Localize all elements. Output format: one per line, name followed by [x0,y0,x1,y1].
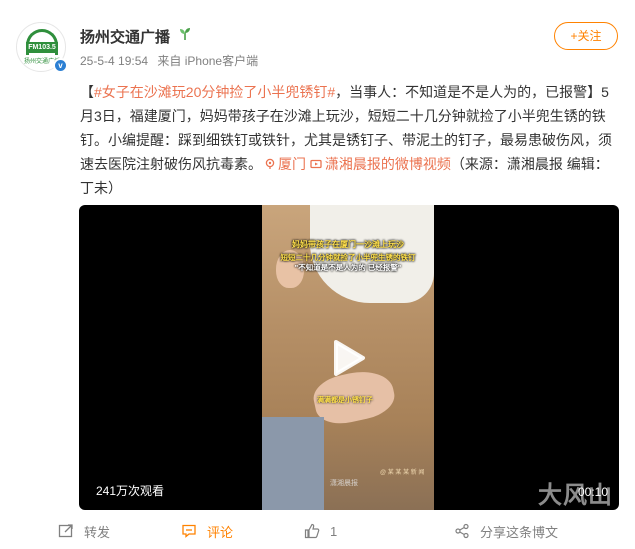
video-logo-mark: 潇湘晨报 [330,480,358,487]
video-link-icon [310,159,322,169]
topic-link[interactable]: #女子在沙滩玩20分钟捡了小半兜锈钉# [94,84,335,100]
play-icon[interactable] [332,339,366,377]
repost-label: 转发 [84,524,111,540]
video-link[interactable]: 潇湘晨报的微博视频 [310,156,451,172]
video-link-label: 潇湘晨报的微博视频 [324,156,451,172]
follow-button[interactable]: +关注 [554,22,618,50]
video-duration: 00:10 [577,485,608,499]
action-bar: 转发 评论 1 分享这条博文 [0,518,635,544]
location-link[interactable]: 厦门 [262,156,306,172]
location-icon [265,158,275,169]
repost-icon [58,524,73,538]
comment-icon [182,524,196,538]
account-name[interactable]: 扬州交通广播 [80,26,170,47]
comment-label: 评论 [207,524,234,540]
verified-badge-icon: v [53,58,68,73]
share-button[interactable]: 分享这条博文 [454,518,558,544]
post-meta: 25-5-4 19:54 来自 iPhone客户端 [80,52,264,69]
avatar-fm-label: FM103.5 [26,42,58,53]
bracket-open: 【 [80,84,94,100]
location-label: 厦门 [278,156,306,172]
sleeve [262,417,324,510]
share-icon [455,523,469,539]
like-icon [304,523,320,539]
sprout-icon [178,27,192,44]
like-button[interactable]: 1 [304,518,337,544]
share-label: 分享这条博文 [480,524,559,540]
view-count: 241万次观看 [96,484,165,498]
post-text: 【#女子在沙滩玩20分钟捡了小半兜锈钉#，当事人：不知道是不是人为的，已报警】5… [80,80,618,200]
repost-button[interactable]: 转发 [58,518,110,544]
nail-caption: 满满都是小锈钉子 [317,397,373,404]
comment-button[interactable]: 评论 [181,518,233,544]
like-count: 1 [330,523,338,539]
video-caption-line1: 妈妈带孩子在厦门一沙滩上玩沙 [292,240,404,249]
video-player[interactable]: 妈妈带孩子在厦门一沙滩上玩沙 短短二十几分钟就捡了小半兜生锈的铁钉 "不知道是不… [79,205,619,510]
post-source: 来自 iPhone客户端 [157,54,259,68]
post-header: FM103.5 扬州交通广播 v 扬州交通广播 25-5-4 19:54 来自 … [16,22,622,73]
video-corner-mark: @ 某 某 某 新 闻 [380,470,425,476]
post-time[interactable]: 25-5-4 19:54 [80,54,148,68]
video-caption-line3: "不知道是不是人为的 已经报警" [294,263,402,272]
